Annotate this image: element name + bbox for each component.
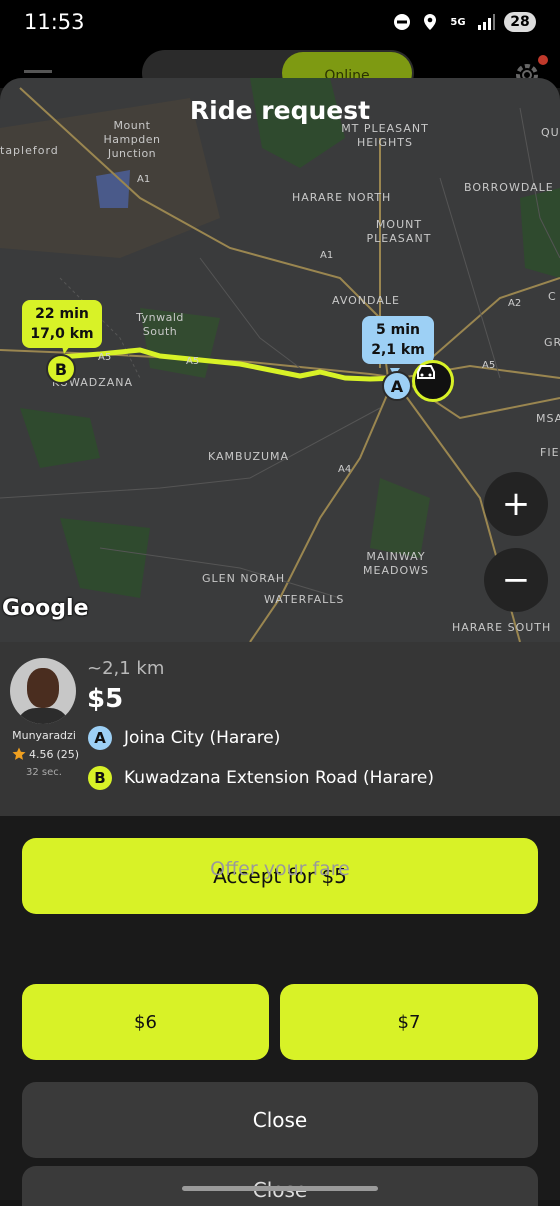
- map-label-kambuzuma: KAMBUZUMA: [208, 450, 290, 463]
- road-tag: A4: [338, 464, 352, 475]
- park-area: [370, 478, 430, 558]
- map[interactable]: Ride request tapleford Mount Hampden Jun…: [0, 78, 560, 642]
- request-age: 32 sec.: [26, 767, 62, 778]
- map-canvas: [0, 78, 560, 642]
- map-label-tynwald: Tynwald South: [136, 311, 184, 338]
- driver-name: Munyaradzi: [12, 729, 76, 742]
- dropoff-pin: B: [46, 354, 76, 384]
- trip-price: $5: [87, 684, 124, 714]
- car-icon: [417, 365, 435, 379]
- map-label-gr: GR: [544, 336, 560, 349]
- pickup-eta-bubble: 5 min 2,1 km: [362, 316, 434, 364]
- park-area: [60, 518, 150, 598]
- fare-option-button-6[interactable]: $6: [22, 984, 269, 1060]
- road-tag: A5: [482, 360, 496, 371]
- dropoff-address-row: B Kuwadzana Extension Road (Harare): [88, 766, 434, 790]
- pickup-pin: A: [382, 371, 412, 401]
- map-label-harare-north: HARARE NORTH: [292, 191, 392, 204]
- dropoff-address: Kuwadzana Extension Road (Harare): [124, 768, 434, 788]
- ride-info-panel: Munyaradzi 4.56 (25) 32 sec. ~2,1 km $5 …: [0, 642, 560, 816]
- map-label-fiel: FIELI: [540, 446, 560, 459]
- pickup-eta-distance: 2,1 km: [371, 342, 425, 358]
- map-label-mount-pleasant: MOUNT PLEASANT: [366, 218, 432, 245]
- location-icon: [420, 12, 440, 32]
- zoom-in-button[interactable]: +: [484, 472, 548, 536]
- map-label-borrowdale: BORROWDALE: [464, 181, 554, 194]
- map-label-avondale: AVONDALE: [332, 294, 400, 307]
- close-button[interactable]: Close: [22, 1082, 538, 1158]
- battery-icon: 28: [504, 12, 536, 32]
- trip-distance: ~2,1 km: [87, 658, 165, 679]
- map-label-c: C: [548, 290, 557, 303]
- avatar-shirt: [16, 708, 70, 724]
- fare-option-button-7[interactable]: $7: [280, 984, 538, 1060]
- signal-icon: [476, 12, 496, 32]
- road-tag: A1: [320, 250, 334, 261]
- road-tag: A2: [508, 298, 522, 309]
- notification-dot: [538, 55, 548, 65]
- destination-eta-time: 22 min: [35, 306, 89, 322]
- google-logo: Google: [2, 596, 89, 621]
- map-label-tapleford: tapleford: [0, 144, 59, 157]
- road-a2: [419, 277, 560, 369]
- rating-count: (25): [56, 747, 80, 761]
- dropoff-marker-icon: B: [88, 766, 112, 790]
- home-indicator[interactable]: [182, 1186, 378, 1191]
- map-label-glen-norah: GLEN NORAH: [202, 572, 286, 585]
- do-not-disturb-icon: [392, 12, 412, 32]
- map-label-mt-pleasant-heights: MT PLEASANT HEIGHTS: [341, 122, 429, 149]
- map-label-waterfalls: WATERFALLS: [264, 593, 345, 606]
- pickup-marker-icon: A: [88, 726, 112, 750]
- destination-eta-bubble: 22 min 17,0 km: [22, 300, 102, 348]
- road-tag: A1: [137, 174, 151, 185]
- map-label-mainway: MAINWAY MEADOWS: [363, 550, 429, 577]
- avatar: [10, 658, 76, 724]
- road-tag: A5: [98, 352, 112, 363]
- map-label-msa: MSA: [536, 412, 560, 425]
- driver-car-marker: [412, 360, 454, 402]
- minor-road: [439, 177, 501, 379]
- map-label-mount-hampden: Mount Hampden Junction: [103, 119, 161, 160]
- clock: 11:53: [24, 10, 85, 34]
- park-area: [20, 408, 100, 468]
- park-area: [520, 188, 560, 278]
- road-tag: A5: [186, 356, 200, 367]
- rating-value: 4.56: [29, 747, 54, 761]
- star-icon: [12, 747, 26, 760]
- network-type-icon: 5G: [450, 16, 466, 28]
- status-icons: 5G 28: [392, 12, 536, 32]
- zoom-out-button[interactable]: −: [484, 548, 548, 612]
- driver-rating: 4.56 (25): [12, 747, 79, 761]
- battery-level: 28: [510, 14, 530, 30]
- map-label-harare-south: HARARE SOUTH: [452, 621, 552, 634]
- airfield-area: [96, 170, 130, 208]
- status-bar: 11:53 5G 28: [0, 0, 560, 48]
- pickup-address: Joina City (Harare): [124, 728, 281, 748]
- avatar-face: [27, 668, 59, 708]
- pickup-eta-time: 5 min: [376, 322, 420, 338]
- offer-fare-label: Offer your fare: [210, 858, 350, 880]
- modal-title: Ride request: [189, 96, 371, 125]
- map-label-qu: QU: [541, 126, 560, 139]
- pickup-address-row: A Joina City (Harare): [88, 726, 280, 750]
- destination-eta-distance: 17,0 km: [30, 326, 94, 342]
- minor-road: [199, 257, 301, 369]
